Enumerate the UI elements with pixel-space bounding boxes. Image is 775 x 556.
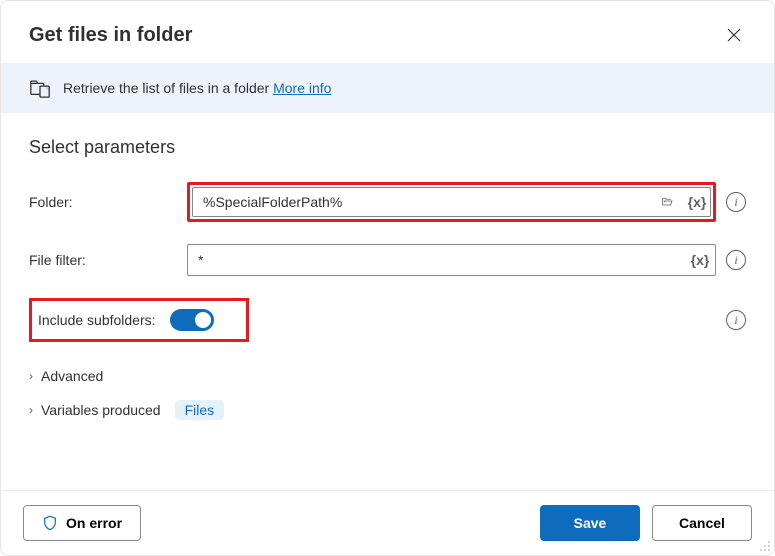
more-info-link[interactable]: More info	[273, 80, 331, 96]
folder-input-highlight: {x}	[187, 182, 716, 222]
include-subfolders-label: Include subfolders:	[38, 312, 156, 328]
expander-variables-produced[interactable]: › Variables produced Files	[29, 400, 746, 420]
dialog-footer: On error Save Cancel	[1, 490, 774, 555]
file-filter-label: File filter:	[29, 252, 177, 268]
row-folder: Folder: {x} i	[29, 182, 746, 222]
folder-input[interactable]	[192, 187, 711, 217]
shield-icon	[42, 515, 58, 531]
row-file-filter: File filter: {x} i	[29, 244, 746, 276]
dialog-header: Get files in folder	[1, 1, 774, 63]
cancel-label: Cancel	[679, 515, 725, 531]
footer-right: Save Cancel	[540, 505, 752, 541]
close-button[interactable]	[718, 19, 750, 51]
section-title: Select parameters	[29, 137, 746, 158]
file-filter-wrap: {x}	[187, 244, 716, 276]
chevron-right-icon: ›	[29, 369, 33, 383]
dialog-body: Select parameters Folder: {x} i File fil…	[1, 113, 774, 490]
variable-picker-button[interactable]: {x}	[685, 190, 709, 214]
dialog: Get files in folder Retrieve the list of…	[0, 0, 775, 556]
variable-icon: {x}	[691, 252, 710, 268]
cancel-button[interactable]: Cancel	[652, 505, 752, 541]
expander-advanced[interactable]: › Advanced	[29, 368, 746, 384]
toggle-knob	[195, 312, 211, 328]
close-icon	[727, 28, 741, 42]
variable-picker-button-filter[interactable]: {x}	[688, 248, 712, 272]
include-subfolders-toggle[interactable]	[170, 309, 214, 331]
folder-label: Folder:	[29, 194, 177, 210]
variable-badge[interactable]: Files	[175, 400, 225, 420]
save-button[interactable]: Save	[540, 505, 640, 541]
dialog-title: Get files in folder	[29, 24, 192, 47]
folder-files-icon	[29, 77, 51, 99]
row-include-subfolders: Include subfolders: i	[29, 298, 746, 342]
on-error-button[interactable]: On error	[23, 505, 141, 541]
folder-open-icon	[661, 193, 673, 211]
include-subfolders-info-icon[interactable]: i	[726, 310, 746, 330]
banner-text: Retrieve the list of files in a folder M…	[63, 80, 331, 96]
variables-produced-label: Variables produced	[41, 402, 161, 418]
variable-icon: {x}	[688, 194, 707, 210]
file-filter-info-icon[interactable]: i	[726, 250, 746, 270]
resize-grip-icon[interactable]	[758, 539, 772, 553]
on-error-label: On error	[66, 515, 122, 531]
include-subfolders-highlight: Include subfolders:	[29, 298, 249, 342]
file-filter-input[interactable]	[187, 244, 716, 276]
info-banner: Retrieve the list of files in a folder M…	[1, 63, 774, 113]
banner-text-content: Retrieve the list of files in a folder	[63, 80, 269, 96]
save-label: Save	[574, 515, 607, 531]
advanced-label: Advanced	[41, 368, 103, 384]
folder-info-icon[interactable]: i	[726, 192, 746, 212]
chevron-right-icon: ›	[29, 403, 33, 417]
browse-folder-button[interactable]	[655, 190, 679, 214]
